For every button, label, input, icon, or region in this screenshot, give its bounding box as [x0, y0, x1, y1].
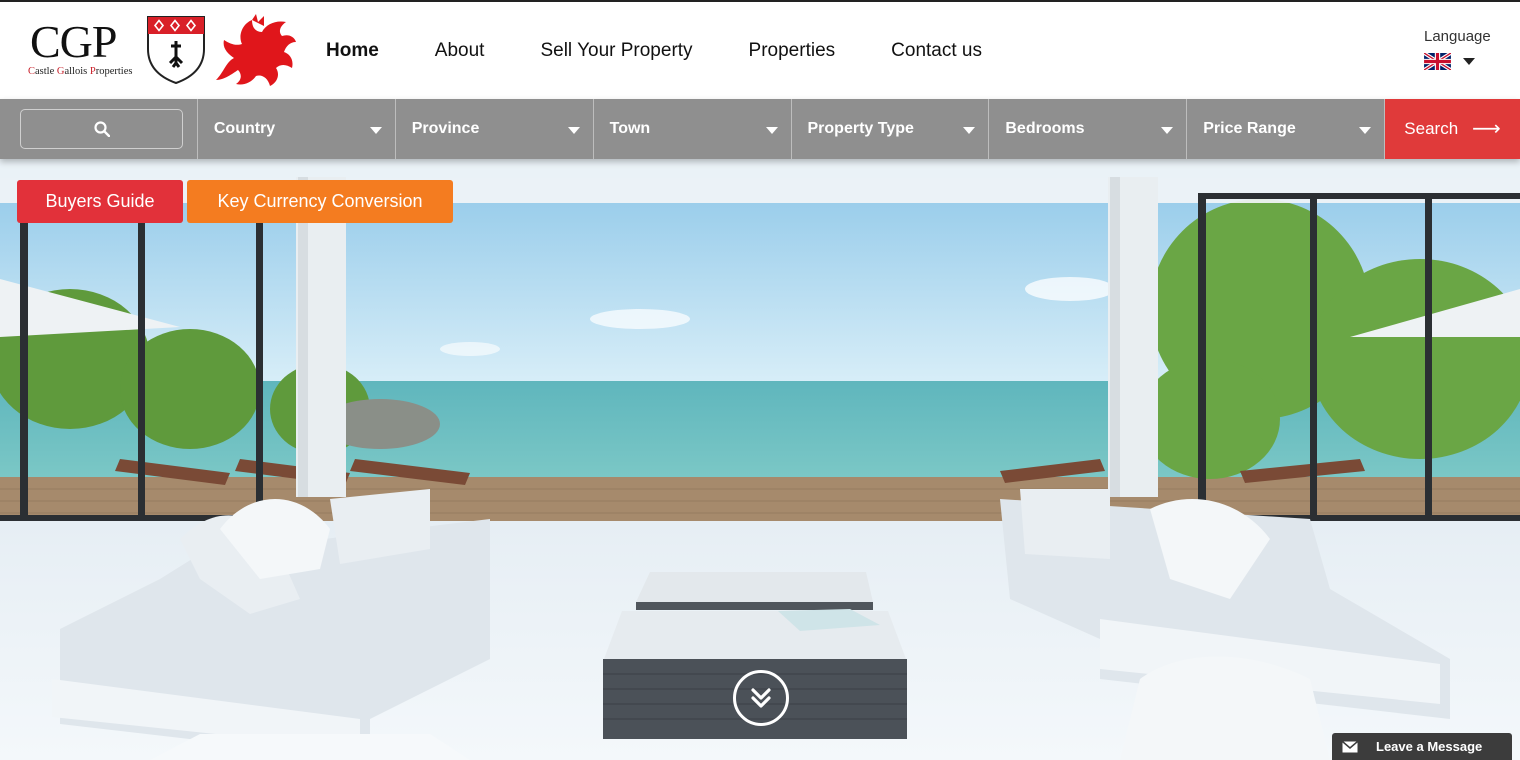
logo-text: CGP [30, 16, 117, 67]
property-type-dropdown[interactable]: Property Type [792, 99, 990, 159]
chevron-down-icon [1161, 127, 1174, 134]
welsh-dragon-icon [216, 14, 296, 86]
keyword-search-input[interactable] [20, 109, 183, 149]
main-nav: Home About Sell Your Property Properties… [326, 40, 1038, 62]
chevron-down-icon [963, 127, 976, 134]
site-header: CGP Castle Gallois Properties Home About… [0, 0, 1520, 99]
nav-home[interactable]: Home [326, 40, 379, 62]
chevron-down-icon [765, 127, 778, 134]
site-logo[interactable]: CGP Castle Gallois Properties [28, 14, 298, 88]
key-currency-conversion-button[interactable]: Key Currency Conversion [187, 180, 453, 223]
search-icon [93, 121, 110, 137]
arrow-right-icon: ⟶ [1472, 118, 1501, 140]
town-dropdown[interactable]: Town [594, 99, 792, 159]
nav-contact-us[interactable]: Contact us [891, 40, 982, 62]
buyers-guide-button[interactable]: Buyers Guide [17, 180, 183, 223]
province-dropdown[interactable]: Province [396, 99, 594, 159]
logo-tagline: Castle Gallois Properties [28, 66, 133, 77]
nav-properties[interactable]: Properties [749, 40, 836, 62]
uk-flag-icon [1424, 53, 1451, 70]
search-button[interactable]: Search ⟶ [1385, 99, 1520, 159]
nav-about[interactable]: About [435, 40, 485, 62]
bedrooms-dropdown[interactable]: Bedrooms [989, 99, 1188, 159]
property-search-bar: Country Province Town Property Type Bedr… [0, 99, 1520, 159]
chevron-down-icon [369, 127, 382, 134]
country-dropdown[interactable]: Country [198, 99, 396, 159]
chevron-down-icon [1463, 58, 1475, 65]
language-selector[interactable]: Language [1424, 28, 1504, 70]
scroll-down-button[interactable] [733, 670, 789, 726]
heraldic-shield-icon [147, 16, 205, 85]
chevron-double-down-icon [751, 688, 771, 708]
envelope-icon [1342, 740, 1358, 753]
nav-sell-your-property[interactable]: Sell Your Property [540, 40, 692, 62]
language-label: Language [1424, 28, 1491, 45]
chevron-down-icon [1359, 127, 1372, 134]
leave-a-message-button[interactable]: Leave a Message [1332, 733, 1512, 760]
chevron-down-icon [567, 127, 580, 134]
price-range-dropdown[interactable]: Price Range [1187, 99, 1386, 159]
